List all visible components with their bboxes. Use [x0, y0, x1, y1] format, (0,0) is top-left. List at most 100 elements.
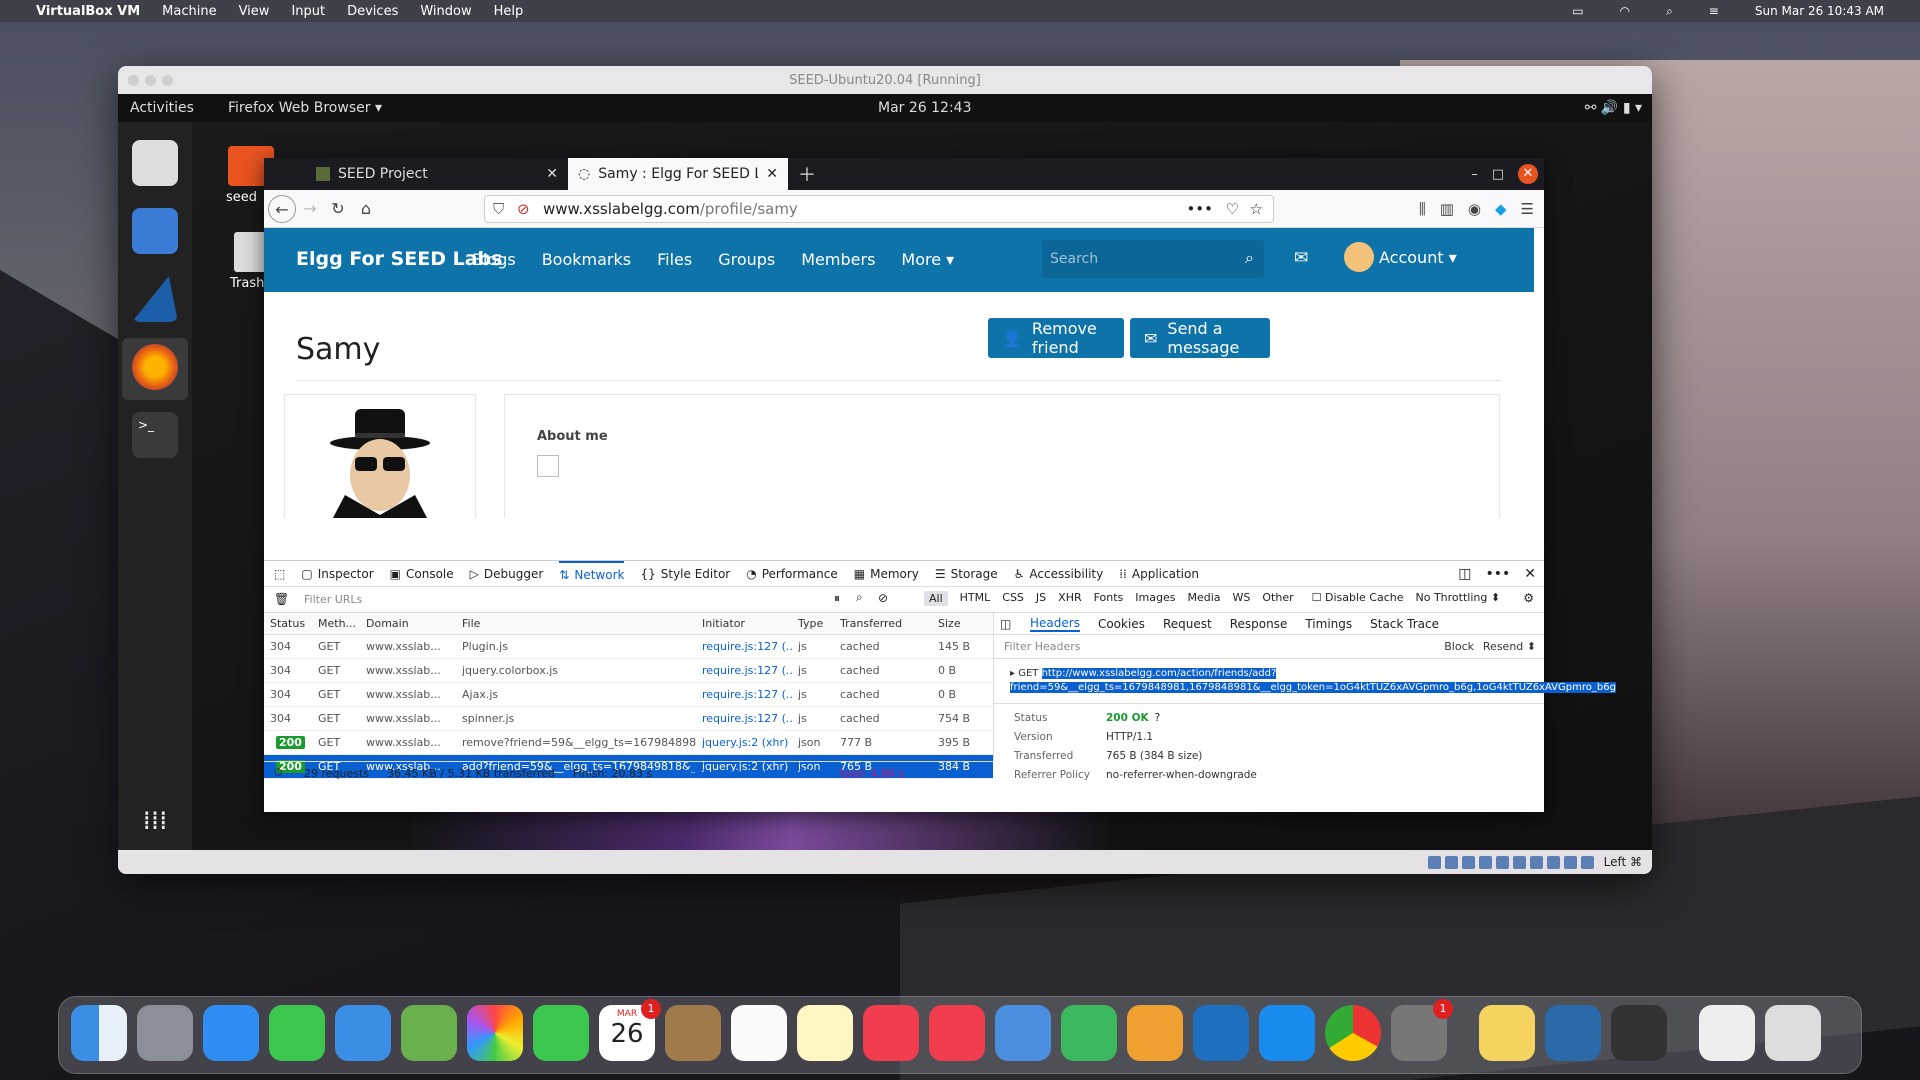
column-header[interactable]: File — [456, 617, 696, 630]
tab-headers[interactable]: Headers — [1030, 616, 1080, 632]
notes-icon[interactable] — [797, 1005, 853, 1061]
hamburger-menu-icon[interactable]: ☰ — [1521, 200, 1534, 218]
table-row[interactable]: 304 GET www.xsslab... Ajax.js require.js:127… — [264, 683, 993, 707]
nav-files[interactable]: Files — [657, 250, 692, 269]
resend-button[interactable]: Resend ⬍ — [1483, 640, 1536, 653]
stopwatch-icon[interactable]: ⏱ — [274, 766, 283, 780]
help-icon[interactable]: ? — [1155, 712, 1161, 724]
network-icon[interactable] — [1478, 855, 1492, 869]
cell-initiator[interactable]: require.js:127 (... — [696, 664, 792, 677]
pocket-icon[interactable]: ♡ — [1226, 196, 1239, 222]
tab-storage[interactable]: ☰ Storage — [935, 561, 998, 587]
nav-members[interactable]: Members — [801, 250, 875, 269]
vm-close-button[interactable] — [128, 75, 139, 86]
search-icon[interactable]: ⌕ — [1666, 4, 1673, 19]
app-store-icon[interactable] — [1259, 1005, 1315, 1061]
extension-icon[interactable]: ◆ — [1495, 200, 1507, 218]
pick-element-icon[interactable]: ⬚ — [274, 567, 285, 581]
show-apps-icon[interactable]: ⁞⁞⁞ — [132, 798, 178, 844]
filter-headers-input[interactable]: Filter Headers Block Resend ⬍ — [994, 635, 1544, 659]
tab-timings[interactable]: Timings — [1305, 617, 1352, 631]
trash-icon[interactable] — [234, 232, 266, 272]
tab-performance[interactable]: ◔ Performance — [746, 561, 838, 587]
account-icon[interactable]: ◉ — [1468, 200, 1481, 218]
filter-media[interactable]: Media — [1187, 591, 1220, 606]
column-header[interactable]: Type — [792, 617, 834, 630]
tab-samy-profile[interactable]: ◌ Samy : Elgg For SEED Lab ✕ — [568, 158, 788, 190]
tab-console[interactable]: ▣ Console — [390, 561, 454, 587]
mouse-integration-icon[interactable] — [1580, 855, 1594, 869]
firefox-icon[interactable] — [132, 344, 178, 390]
tab-memory[interactable]: ▦ Memory — [854, 561, 919, 587]
table-row[interactable]: 304 GET www.xsslab... Plugin.js require.js:1… — [264, 635, 993, 659]
reload-icon[interactable]: ↻ — [324, 195, 352, 223]
account-menu[interactable]: Account ▾ — [1379, 248, 1457, 267]
more-options-icon[interactable]: ••• — [1485, 566, 1510, 582]
expand-triangle-icon[interactable]: ▸ — [1010, 668, 1015, 679]
maximize-icon[interactable]: □ — [1492, 167, 1504, 182]
shield-icon[interactable]: ⛉ — [493, 196, 504, 222]
activities-button[interactable]: Activities — [130, 100, 194, 116]
usb-icon[interactable] — [1495, 855, 1509, 869]
toggle-sidebar-icon[interactable]: ◫ — [1000, 617, 1011, 631]
disable-cache-checkbox[interactable]: ☐ Disable Cache — [1312, 591, 1404, 606]
filter-js[interactable]: JS — [1036, 591, 1046, 606]
request-url-line[interactable]: ▸ GET http://www.xsslabelgg.com/action/f… — [1010, 667, 1616, 695]
tab-cookies[interactable]: Cookies — [1098, 617, 1145, 631]
table-row[interactable]: 200 GET www.xsslab... remove?friend=59&__el… — [264, 731, 993, 755]
search-icon[interactable]: ⌕ — [856, 590, 863, 605]
insecure-lock-icon[interactable]: ⊘ — [517, 196, 530, 222]
profile-picture[interactable] — [284, 394, 476, 518]
safari-icon[interactable] — [203, 1005, 259, 1061]
settings-gear-icon[interactable]: ⚙ — [1523, 591, 1534, 605]
home-icon[interactable]: ⌂ — [352, 195, 380, 223]
site-search-input[interactable]: Search ⌕ — [1042, 240, 1264, 278]
launchpad-icon[interactable] — [137, 1005, 193, 1061]
back-icon[interactable]: ← — [268, 194, 296, 223]
url-bar[interactable]: ⛉ ⊘ www.xsslabelgg.com/profile/samy ••• … — [484, 195, 1274, 223]
vscode-icon[interactable] — [1193, 1005, 1249, 1061]
mac-clock[interactable]: Sun Mar 26 10:43 AM — [1755, 4, 1884, 18]
filter-other[interactable]: Other — [1262, 591, 1293, 606]
optical-icon[interactable] — [1444, 855, 1458, 869]
messages-icon[interactable]: ✉ — [1294, 248, 1308, 268]
tab-seed-project[interactable]: SEED Project ✕ — [306, 158, 568, 190]
stickies-icon[interactable] — [1479, 1005, 1535, 1061]
system-preferences-icon[interactable]: 1 — [1391, 999, 1453, 1061]
close-tab-icon[interactable]: ✕ — [766, 166, 778, 182]
forward-icon[interactable]: → — [296, 195, 324, 223]
column-header[interactable]: Meth... — [312, 617, 360, 630]
display-icon[interactable] — [1529, 855, 1543, 869]
tab-application[interactable]: ⁞⁞ Application — [1119, 561, 1199, 587]
finder-icon[interactable] — [71, 1005, 127, 1061]
cpu-icon[interactable] — [1563, 855, 1577, 869]
files-icon[interactable] — [132, 140, 178, 186]
photos-icon[interactable] — [467, 1005, 523, 1061]
virtualbox-icon[interactable] — [1545, 1005, 1601, 1061]
block-icon[interactable]: ⊘ — [878, 591, 888, 605]
wireshark-icon[interactable] — [132, 276, 178, 322]
app-menu-firefox[interactable]: Firefox Web Browser ▾ — [228, 100, 382, 116]
menu-input[interactable]: Input — [291, 4, 325, 19]
filter-all[interactable]: All — [924, 591, 948, 606]
nav-bookmarks[interactable]: Bookmarks — [542, 250, 631, 269]
cell-initiator[interactable]: require.js:127 (... — [696, 688, 792, 701]
filter-images[interactable]: Images — [1135, 591, 1175, 606]
recording-icon[interactable] — [1546, 855, 1560, 869]
shared-folder-icon[interactable] — [1512, 855, 1526, 869]
news-icon[interactable] — [929, 1005, 985, 1061]
minimize-icon[interactable]: – — [1471, 167, 1478, 182]
vm-minimize-button[interactable] — [145, 75, 156, 86]
send-message-button[interactable]: ✉ Send a message — [1130, 318, 1270, 358]
filter-html[interactable]: HTML — [960, 591, 991, 606]
ubuntu-clock[interactable]: Mar 26 12:43 — [878, 100, 971, 116]
bookmark-star-icon[interactable]: ☆ — [1250, 196, 1263, 222]
control-center-icon[interactable]: ≡ — [1709, 4, 1719, 18]
column-header[interactable]: Transferred — [834, 617, 932, 630]
close-window-icon[interactable]: ✕ — [1518, 164, 1538, 184]
audio-icon[interactable] — [1461, 855, 1475, 869]
cell-initiator[interactable]: jquery.js:2 (xhr) — [696, 736, 792, 749]
tab-response[interactable]: Response — [1230, 617, 1288, 631]
battery-icon[interactable]: ▭ — [1572, 4, 1583, 18]
column-header[interactable]: Initiator — [696, 617, 792, 630]
